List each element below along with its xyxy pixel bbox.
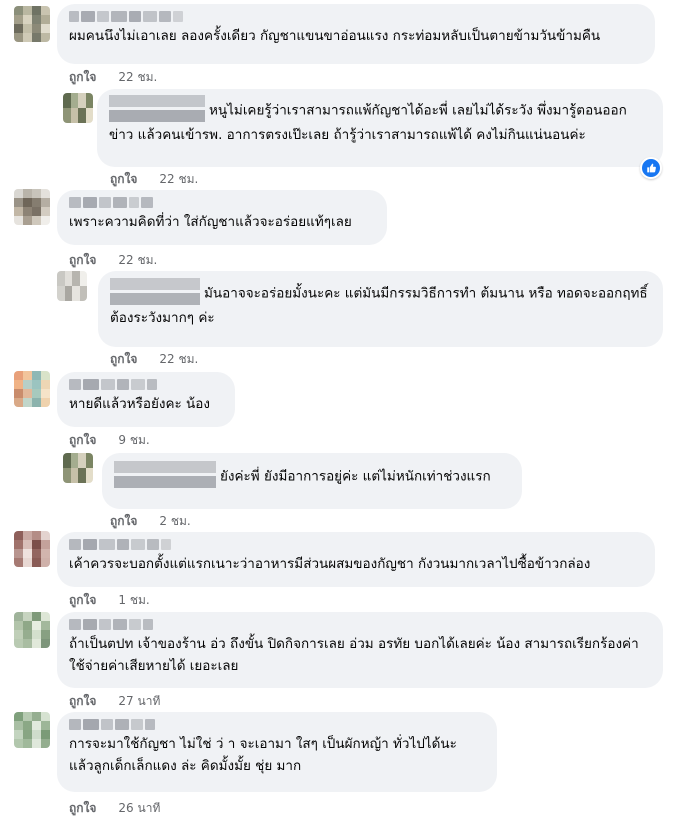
author-name-blurred[interactable] [109, 95, 205, 122]
author-name-blurred[interactable] [69, 11, 643, 22]
comment-bubble: ผมคนนึงไม่เอาเลย ลองครั้งเดียว กัญชาแขนข… [57, 4, 655, 64]
like-button[interactable]: ถูกใจ [110, 350, 137, 369]
comment-actions: ถูกใจ 22 ชม. [69, 68, 157, 87]
avatar[interactable] [14, 712, 50, 748]
timestamp[interactable]: 22 ชม. [159, 350, 198, 369]
like-button[interactable]: ถูกใจ [110, 512, 137, 531]
comment-text: มันอาจจะอร่อยมั้งนะคะ แต่มันมีกรรมวิธีกา… [110, 278, 651, 329]
avatar[interactable] [57, 271, 87, 301]
comment-text: หายดีแล้วหรือยังคะ น้อง [69, 396, 210, 412]
avatar[interactable] [14, 6, 50, 42]
comment-actions: ถูกใจ 1 ชม. [69, 591, 150, 610]
timestamp[interactable]: 22 ชม. [118, 251, 157, 270]
comment-text: การจะมาใช้กัญชา ไม่ใช่ ว่ า จะเอามา ใสๆ … [69, 736, 457, 774]
comment-text: ยังค่ะพี่ ยังมีอาการอยู่ค่ะ แต่ไม่หนักเท… [114, 461, 510, 490]
author-name-blurred[interactable] [69, 197, 375, 208]
timestamp[interactable]: 2 ชม. [159, 512, 190, 531]
like-button[interactable]: ถูกใจ [69, 431, 96, 450]
timestamp[interactable]: 22 ชม. [159, 170, 198, 189]
author-name-blurred[interactable] [114, 461, 216, 488]
comment-bubble: ยังค่ะพี่ ยังมีอาการอยู่ค่ะ แต่ไม่หนักเท… [102, 453, 522, 509]
like-button[interactable]: ถูกใจ [69, 68, 96, 87]
comment-bubble: เค้าควรจะบอกตั้งแต่แรกเนาะว่าอาหารมีส่วน… [57, 532, 655, 587]
author-name-blurred[interactable] [69, 719, 485, 730]
like-reaction-icon[interactable] [640, 157, 662, 179]
like-button[interactable]: ถูกใจ [69, 799, 96, 818]
like-button[interactable]: ถูกใจ [69, 692, 96, 711]
comment-actions: ถูกใจ 22 ชม. [69, 251, 157, 270]
comment-actions: ถูกใจ 2 ชม. [110, 512, 191, 531]
comment-text: เค้าควรจะบอกตั้งแต่แรกเนาะว่าอาหารมีส่วน… [69, 556, 591, 572]
author-name-blurred[interactable] [69, 619, 651, 630]
comment-bubble: หนูไม่เคยรู้ว่าเราสามารถแพ้กัญชาได้อะพี่… [97, 89, 663, 167]
author-name-blurred[interactable] [110, 278, 200, 305]
like-button[interactable]: ถูกใจ [69, 591, 96, 610]
comment-bubble: ถ้าเป็นตปท เจ้าของร้าน อ่ว ถึงขั้น ปิดกิ… [57, 612, 663, 688]
avatar[interactable] [63, 453, 93, 483]
timestamp[interactable]: 22 ชม. [118, 68, 157, 87]
comment-actions: ถูกใจ 26 นาที [69, 799, 160, 818]
comment-text: ผมคนนึงไม่เอาเลย ลองครั้งเดียว กัญชาแขนข… [69, 28, 601, 44]
comment-bubble: การจะมาใช้กัญชา ไม่ใช่ ว่ า จะเอามา ใสๆ … [57, 712, 497, 792]
avatar[interactable] [14, 612, 50, 648]
avatar[interactable] [14, 189, 50, 225]
comment-bubble: หายดีแล้วหรือยังคะ น้อง [57, 372, 235, 427]
timestamp[interactable]: 1 ชม. [118, 591, 149, 610]
avatar[interactable] [63, 93, 93, 123]
author-name-blurred[interactable] [69, 379, 223, 390]
like-button[interactable]: ถูกใจ [110, 170, 137, 189]
comment-actions: ถูกใจ 22 ชม. [110, 170, 198, 189]
comment-text: หนูไม่เคยรู้ว่าเราสามารถแพ้กัญชาได้อะพี่… [109, 95, 651, 146]
comment-bubble: เพราะความคิดที่ว่า ใส่กัญชาแล้วจะอร่อยแท… [57, 190, 387, 245]
timestamp[interactable]: 9 ชม. [118, 431, 149, 450]
avatar[interactable] [14, 371, 50, 407]
comment-actions: ถูกใจ 9 ชม. [69, 431, 150, 450]
comment-text: เพราะความคิดที่ว่า ใส่กัญชาแล้วจะอร่อยแท… [69, 214, 352, 230]
like-button[interactable]: ถูกใจ [69, 251, 96, 270]
comment-actions: ถูกใจ 27 นาที [69, 692, 160, 711]
comment-actions: ถูกใจ 22 ชม. [110, 350, 198, 369]
author-name-blurred[interactable] [69, 539, 643, 550]
timestamp[interactable]: 27 นาที [118, 692, 160, 711]
timestamp[interactable]: 26 นาที [118, 799, 160, 818]
comment-text: ถ้าเป็นตปท เจ้าของร้าน อ่ว ถึงขั้น ปิดกิ… [69, 636, 639, 674]
comment-bubble: มันอาจจะอร่อยมั้งนะคะ แต่มันมีกรรมวิธีกา… [98, 271, 663, 347]
avatar[interactable] [14, 531, 50, 567]
